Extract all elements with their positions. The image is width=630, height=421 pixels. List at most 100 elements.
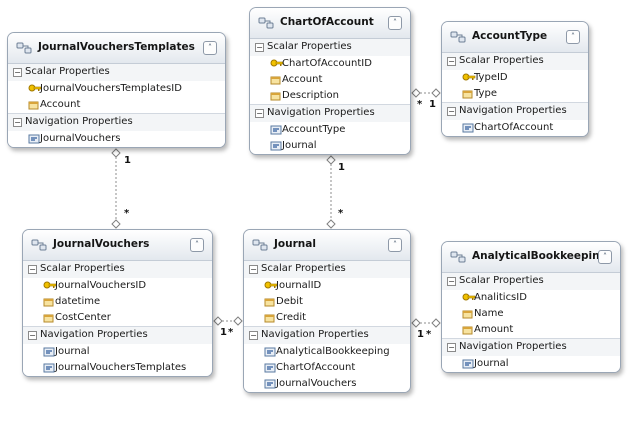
entity-account-type[interactable]: AccountType ˄ − Scalar Properties TypeID Type…: [441, 21, 589, 137]
chevron-collapse-icon[interactable]: ˄: [598, 250, 612, 264]
entity-header[interactable]: Journal ˄: [244, 230, 410, 261]
navigation-properties-section[interactable]: − Navigation Properties: [23, 326, 212, 344]
scalar-properties-section[interactable]: − Scalar Properties: [244, 261, 410, 278]
navigation-property[interactable]: ChartOfAccount: [244, 360, 410, 376]
navigation-property-list: AccountType Journal: [250, 122, 410, 154]
navigation-property[interactable]: Journal: [250, 138, 410, 154]
multiplicity-label: 1: [417, 329, 424, 340]
scalar-property-list: JournalVouchersID datetime CostCenter: [23, 278, 212, 326]
navigation-property[interactable]: ChartOfAccount: [442, 120, 588, 136]
entity-header[interactable]: ChartOfAccount ˄: [250, 8, 410, 39]
collapse-toggle-icon[interactable]: −: [249, 331, 258, 340]
association-end-diamond: [233, 316, 243, 326]
scalar-properties-section[interactable]: − Scalar Properties: [8, 64, 225, 81]
collapse-toggle-icon[interactable]: −: [28, 331, 37, 340]
collapse-toggle-icon[interactable]: −: [447, 277, 456, 286]
property-name: JournalVouchersID: [55, 280, 147, 291]
navigation-property[interactable]: AnalyticalBookkeeping: [244, 344, 410, 360]
scalar-property[interactable]: Type: [442, 86, 588, 102]
entity-type-icon: [31, 239, 47, 251]
chevron-collapse-icon[interactable]: ˄: [190, 238, 204, 252]
collapse-toggle-icon[interactable]: −: [13, 118, 22, 127]
scalar-property[interactable]: Credit: [244, 310, 410, 326]
scalar-property[interactable]: datetime: [23, 294, 212, 310]
entity-header[interactable]: JournalVouchersTemplates ˄: [8, 33, 225, 64]
scalar-property[interactable]: Account: [8, 97, 225, 113]
entity-analytical-bookkeeping[interactable]: AnalyticalBookkeeping ˄ − Scalar Properties…: [441, 241, 621, 373]
scalar-properties-section[interactable]: − Scalar Properties: [442, 53, 588, 70]
entity-title: Journal: [274, 238, 316, 250]
collapse-toggle-icon[interactable]: −: [28, 265, 37, 274]
collapse-toggle-icon[interactable]: −: [447, 343, 456, 352]
multiplicity-label: *: [426, 329, 432, 340]
entity-header[interactable]: JournalVouchers ˄: [23, 230, 212, 261]
section-title: Scalar Properties: [25, 66, 110, 77]
section-title: Navigation Properties: [40, 329, 148, 340]
scalar-property-list: ChartOfAccountID Account Description: [250, 56, 410, 104]
navigation-properties-section[interactable]: − Navigation Properties: [244, 326, 410, 344]
entity-type-icon: [450, 31, 466, 43]
navigation-properties-section[interactable]: − Navigation Properties: [442, 338, 620, 356]
scalar-properties-section[interactable]: − Scalar Properties: [23, 261, 212, 278]
navigation-property-icon: [462, 359, 474, 369]
collapse-toggle-icon[interactable]: −: [447, 107, 456, 116]
navigation-property-icon: [28, 134, 40, 144]
entity-journal-vouchers-templates[interactable]: JournalVouchersTemplates ˄ − Scalar Propert…: [7, 32, 226, 148]
scalar-property[interactable]: Debit: [244, 294, 410, 310]
entity-header[interactable]: AnalyticalBookkeeping ˄: [442, 242, 620, 273]
collapse-toggle-icon[interactable]: −: [447, 57, 456, 66]
multiplicity-label: 1: [220, 327, 227, 338]
scalar-property[interactable]: Amount: [442, 322, 620, 338]
association-end-diamond: [213, 316, 223, 326]
scalar-properties-section[interactable]: − Scalar Properties: [442, 273, 620, 290]
entity-header[interactable]: AccountType ˄: [442, 22, 588, 53]
collapse-toggle-icon[interactable]: −: [255, 43, 264, 52]
navigation-property[interactable]: AccountType: [250, 122, 410, 138]
entity-journal[interactable]: Journal ˄ − Scalar Properties JournalID Debit…: [243, 229, 411, 393]
navigation-property[interactable]: Journal: [23, 344, 212, 360]
navigation-properties-section[interactable]: − Navigation Properties: [442, 102, 588, 120]
collapse-toggle-icon[interactable]: −: [13, 68, 22, 77]
navigation-properties-section[interactable]: − Navigation Properties: [250, 104, 410, 122]
scalar-property[interactable]: JournalVouchersTemplatesID: [8, 81, 225, 97]
property-name: Account: [40, 99, 81, 110]
multiplicity-label: 1: [338, 162, 345, 173]
property-name: datetime: [55, 296, 101, 307]
navigation-property[interactable]: Journal: [442, 356, 620, 372]
property-name: Type: [474, 88, 497, 99]
scalar-property[interactable]: Description: [250, 88, 410, 104]
entity-journal-vouchers[interactable]: JournalVouchers ˄ − Scalar Properties Journa…: [22, 229, 213, 377]
scalar-property[interactable]: Account: [250, 72, 410, 88]
scalar-property[interactable]: JournalVouchersID: [23, 278, 212, 294]
chevron-collapse-icon[interactable]: ˄: [203, 41, 217, 55]
scalar-property[interactable]: TypeID: [442, 70, 588, 86]
property-name: Name: [474, 308, 504, 319]
chevron-collapse-icon[interactable]: ˄: [388, 16, 402, 30]
association-end-diamond: [326, 219, 336, 229]
property-name: ChartOfAccountID: [282, 58, 372, 69]
property-name: Debit: [276, 296, 303, 307]
collapse-toggle-icon[interactable]: −: [249, 265, 258, 274]
entity-title: JournalVouchersTemplates: [38, 41, 195, 53]
collapse-toggle-icon[interactable]: −: [255, 109, 264, 118]
scalar-property[interactable]: JournalID: [244, 278, 410, 294]
navigation-property[interactable]: JournalVouchersTemplates: [23, 360, 212, 376]
entity-type-icon: [258, 17, 274, 29]
navigation-property[interactable]: JournalVouchers: [8, 131, 225, 147]
navigation-property-icon: [462, 123, 474, 133]
chevron-collapse-icon[interactable]: ˄: [566, 30, 580, 44]
section-title: Scalar Properties: [267, 41, 352, 52]
entity-chart-of-account[interactable]: ChartOfAccount ˄ − Scalar Properties ChartOf…: [249, 7, 411, 155]
navigation-properties-section[interactable]: − Navigation Properties: [8, 113, 225, 131]
entity-type-icon: [16, 42, 32, 54]
chevron-collapse-icon[interactable]: ˄: [388, 238, 402, 252]
navigation-property[interactable]: JournalVouchers: [244, 376, 410, 392]
scalar-property[interactable]: AnaliticsID: [442, 290, 620, 306]
scalar-property[interactable]: Name: [442, 306, 620, 322]
scalar-property[interactable]: ChartOfAccountID: [250, 56, 410, 72]
scalar-properties-section[interactable]: − Scalar Properties: [250, 39, 410, 56]
entity-title: ChartOfAccount: [280, 16, 374, 28]
association-end-diamond: [431, 88, 441, 98]
scalar-property[interactable]: CostCenter: [23, 310, 212, 326]
multiplicity-label: 1: [124, 155, 131, 166]
